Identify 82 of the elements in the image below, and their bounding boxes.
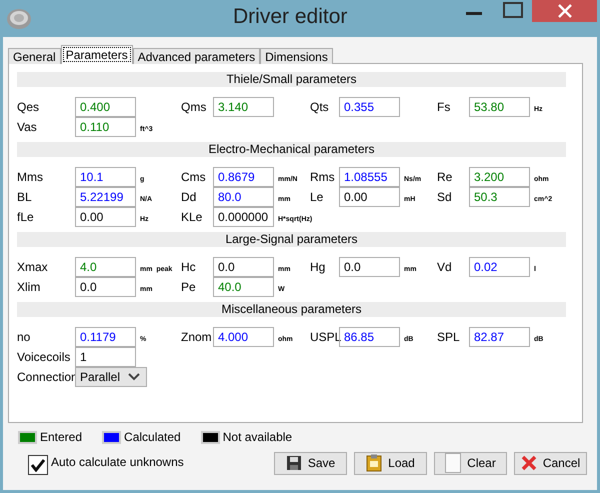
field-label: Re (437, 170, 454, 184)
input-field[interactable]: 0.000000 (213, 207, 274, 227)
field-label: Le (310, 190, 324, 204)
section-header: Large-Signal parameters (17, 232, 566, 247)
chevron-icon (128, 373, 140, 381)
blank-page-icon (445, 453, 462, 473)
action-button[interactable]: Load (354, 452, 427, 474)
field-label: Cms (181, 170, 207, 184)
checkbox[interactable] (28, 455, 48, 475)
field-label: Vas (17, 120, 38, 134)
tab[interactable]: Advanced parameters (132, 48, 260, 64)
action-button[interactable]: Clear (434, 452, 507, 474)
field-label: Fs (437, 100, 452, 114)
field-label: Qts (310, 100, 330, 114)
input-field[interactable]: 3.140 (213, 97, 274, 117)
section-header: Electro-Mechanical parameters (17, 142, 566, 157)
field-label: USPL (310, 330, 339, 344)
section-header: Miscellaneous parameters (17, 302, 566, 317)
field-label: Qes (17, 100, 40, 114)
input-field[interactable]: 0.355 (339, 97, 400, 117)
input-field[interactable]: 4.0 (75, 257, 136, 277)
input-field[interactable]: 0.0 (339, 257, 400, 277)
input-field[interactable]: 40.0 (213, 277, 274, 297)
input-field[interactable]: 80.0 (213, 187, 274, 207)
field-label: Rms (310, 170, 336, 184)
legend-label: Not available (222, 430, 292, 444)
input-field[interactable]: 0.0 (75, 277, 136, 297)
input-field[interactable]: 53.80 (469, 97, 530, 117)
speaker-icon (6, 8, 32, 30)
field-label: Pe (181, 280, 197, 294)
input-field[interactable]: 86.85 (339, 327, 400, 347)
input-field[interactable]: 0.1179 (75, 327, 136, 347)
field-label: KLe (181, 210, 204, 224)
input-field[interactable]: 1.08555 (339, 167, 400, 187)
field-label: Sd (437, 190, 453, 204)
field-label: Vd (437, 260, 453, 274)
tab[interactable]: General (8, 48, 61, 64)
field-label: Voicecoils (17, 350, 72, 364)
input-field[interactable]: 0.02 (469, 257, 530, 277)
tab[interactable]: Parameters (60, 45, 133, 64)
input-field[interactable]: 3.200 (469, 167, 530, 187)
cross-icon (520, 455, 537, 471)
connection-dropdown[interactable]: Parallel (75, 367, 147, 387)
legend-label: Calculated (124, 430, 181, 444)
field-label: Hg (310, 260, 326, 274)
legend-label: Entered (40, 430, 82, 444)
clipboard-icon (366, 454, 382, 472)
input-field[interactable]: 0.110 (75, 117, 136, 137)
section-header: Thiele/Small parameters (17, 72, 566, 87)
field-label: Connection (17, 370, 75, 384)
input-field[interactable]: 1 (75, 347, 136, 367)
tab[interactable]: Dimensions (260, 48, 333, 64)
field-label: fLe (17, 210, 35, 224)
field-label: Znom (181, 330, 213, 344)
input-field[interactable]: 10.1 (75, 167, 136, 187)
input-field[interactable]: 5.22199 (75, 187, 136, 207)
action-button[interactable]: Cancel (514, 452, 587, 474)
input-field[interactable]: 4.000 (213, 327, 274, 347)
input-field[interactable]: 0.00 (339, 187, 400, 207)
field-label: SPL (437, 330, 461, 344)
action-button[interactable]: Save (274, 452, 347, 474)
maximize-icon[interactable] (503, 2, 523, 18)
input-field[interactable]: 0.0 (213, 257, 274, 277)
field-label: BL (17, 190, 33, 204)
field-label: Dd (181, 190, 198, 204)
input-field[interactable]: 0.8679 (213, 167, 274, 187)
field-label: Qms (181, 100, 208, 114)
checkmark-icon (30, 458, 46, 472)
field-label: Xlim (17, 280, 42, 294)
input-field[interactable]: 82.87 (469, 327, 530, 347)
input-field[interactable]: 50.3 (469, 187, 530, 207)
field-label: Mms (17, 170, 44, 184)
close-button[interactable] (532, 0, 597, 22)
field-label: no (17, 330, 32, 344)
input-field[interactable]: 0.00 (75, 207, 136, 227)
field-label: Hc (181, 260, 197, 274)
field-label: Xmax (17, 260, 49, 274)
window-title: Driver editor (233, 5, 348, 29)
minimize-icon[interactable] (466, 12, 482, 16)
input-field[interactable]: 0.400 (75, 97, 136, 117)
close-icon (558, 4, 572, 18)
checkbox-label: Auto calculate unknowns (51, 455, 184, 469)
